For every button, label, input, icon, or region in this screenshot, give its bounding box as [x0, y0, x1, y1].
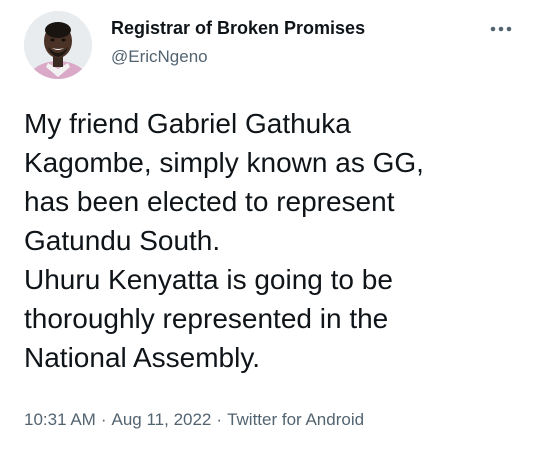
- display-name[interactable]: Registrar of Broken Promises: [111, 18, 365, 39]
- tweet-text-line: My friend Gabriel Gathuka: [24, 108, 351, 139]
- tweet-text-line: Uhuru Kenyatta is going to be: [24, 264, 393, 295]
- tweet-text-line: Gatundu South.: [24, 225, 221, 256]
- more-horizontal-icon: [490, 26, 512, 32]
- tweet-source-link[interactable]: Twitter for Android: [227, 410, 364, 429]
- metadata-separator: ·: [216, 410, 223, 429]
- username-handle[interactable]: @EricNgeno: [111, 47, 208, 67]
- tweet-time[interactable]: 10:31 AM: [24, 410, 96, 429]
- tweet-text-line: has been elected to represent: [24, 186, 395, 217]
- tweet-date[interactable]: Aug 11, 2022: [112, 410, 212, 429]
- avatar[interactable]: [24, 11, 92, 79]
- avatar-image: [24, 11, 92, 79]
- tweet-text-line: thoroughly represented in the: [24, 303, 389, 334]
- tweet-metadata: 10:31 AM · Aug 11, 2022 · Twitter for Androi…: [24, 410, 364, 430]
- tweet-text-line: National Assembly.: [24, 342, 261, 373]
- more-options-button[interactable]: [486, 14, 516, 44]
- tweet-text: My friend Gabriel Gathuka Kagombe, simpl…: [24, 104, 524, 377]
- tweet-card: Registrar of Broken Promises @EricNgeno …: [0, 0, 540, 455]
- tweet-text-line: Kagombe, simply known as GG,: [24, 147, 424, 178]
- metadata-separator: ·: [100, 410, 107, 429]
